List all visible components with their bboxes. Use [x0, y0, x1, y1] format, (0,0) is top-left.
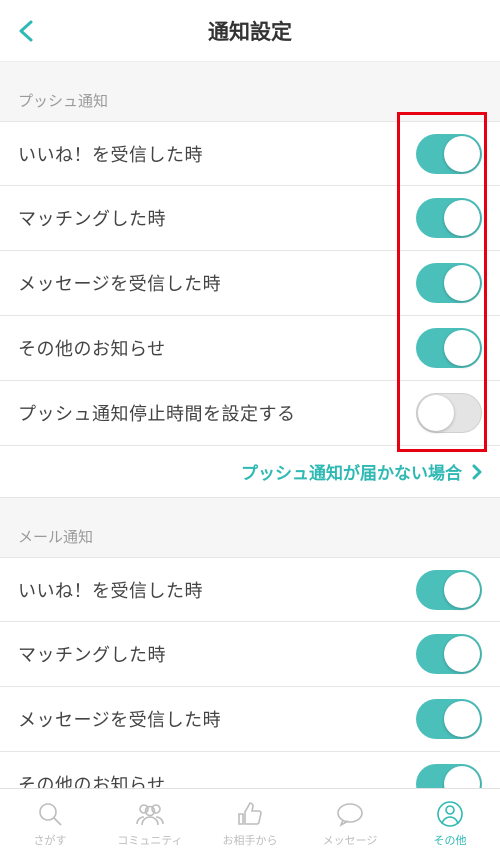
setting-row: マッチングした時	[0, 622, 500, 687]
row-label: いいね！を受信した時	[18, 577, 203, 603]
like-icon	[235, 799, 265, 829]
row-label: その他のお知らせ	[18, 771, 166, 788]
tab-label: コミュニティ	[117, 832, 182, 848]
row-label: マッチングした時	[18, 641, 166, 667]
back-button[interactable]	[12, 17, 40, 45]
setting-row: メッセージを受信した時	[0, 687, 500, 752]
section-push: いいね！を受信した時 マッチングした時 メッセージを受信した時 その他のお知らせ…	[0, 121, 500, 446]
row-label: プッシュ通知停止時間を設定する	[18, 400, 296, 426]
page-title: 通知設定	[208, 16, 292, 46]
setting-row: メッセージを受信した時	[0, 251, 500, 316]
setting-row: プッシュ通知停止時間を設定する	[0, 381, 500, 446]
toggle-quiet-hours[interactable]	[416, 393, 482, 433]
tab-bar: さがす コミュニティ お相手から メッセージ その他	[0, 788, 500, 858]
toggle-mail-matched[interactable]	[416, 634, 482, 674]
tab-message[interactable]: メッセージ	[300, 789, 400, 858]
community-icon	[134, 799, 166, 829]
toggle-message-received[interactable]	[416, 263, 482, 303]
tab-label: お相手から	[223, 832, 278, 848]
setting-row: いいね！を受信した時	[0, 557, 500, 622]
tab-from-partner[interactable]: お相手から	[200, 789, 300, 858]
setting-row: その他のお知らせ	[0, 316, 500, 381]
tab-label: さがす	[34, 832, 67, 848]
tab-label: その他	[434, 832, 467, 848]
setting-row: その他のお知らせ	[0, 752, 500, 788]
row-label: その他のお知らせ	[18, 335, 166, 361]
content-scroll[interactable]: プッシュ通知 いいね！を受信した時 マッチングした時 メッセージを受信した時 そ…	[0, 62, 500, 788]
section-header-push: プッシュ通知	[0, 62, 500, 121]
other-icon	[436, 799, 464, 829]
link-label: プッシュ通知が届かない場合	[241, 459, 462, 484]
toggle-mail-like-received[interactable]	[416, 570, 482, 610]
row-label: いいね！を受信した時	[18, 141, 203, 167]
section-mail: いいね！を受信した時 マッチングした時 メッセージを受信した時 その他のお知らせ	[0, 557, 500, 788]
toggle-like-received[interactable]	[416, 134, 482, 174]
setting-row: いいね！を受信した時	[0, 121, 500, 186]
search-icon	[36, 799, 64, 829]
toggle-mail-other-news[interactable]	[416, 764, 482, 788]
message-icon	[335, 799, 365, 829]
tab-other[interactable]: その他	[400, 789, 500, 858]
setting-row: マッチングした時	[0, 186, 500, 251]
section-header-mail: メール通知	[0, 498, 500, 557]
row-label: マッチングした時	[18, 205, 166, 231]
row-label: メッセージを受信した時	[18, 270, 221, 296]
toggle-mail-message-received[interactable]	[416, 699, 482, 739]
chevron-right-icon	[472, 464, 482, 480]
tab-community[interactable]: コミュニティ	[100, 789, 200, 858]
push-help-link[interactable]: プッシュ通知が届かない場合	[0, 446, 500, 498]
tab-label: メッセージ	[323, 832, 378, 848]
header: 通知設定	[0, 0, 500, 62]
tab-search[interactable]: さがす	[0, 789, 100, 858]
toggle-matched[interactable]	[416, 198, 482, 238]
toggle-other-news[interactable]	[416, 328, 482, 368]
row-label: メッセージを受信した時	[18, 706, 221, 732]
